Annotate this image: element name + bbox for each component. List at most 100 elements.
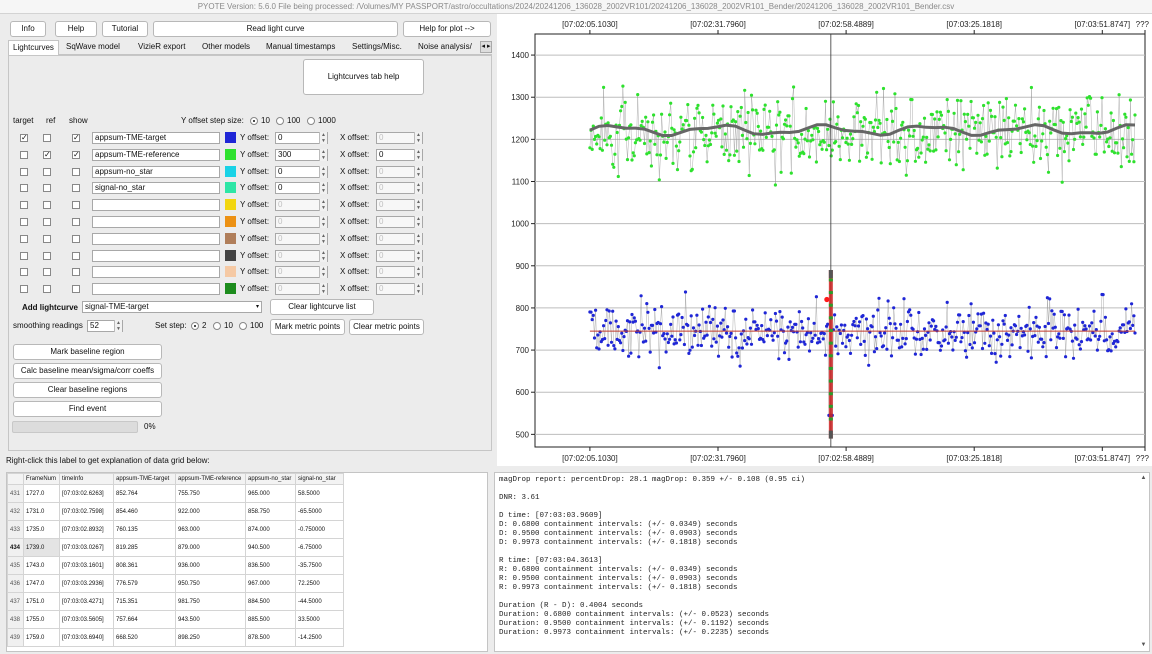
- table-cell[interactable]: 1747.0: [23, 574, 60, 593]
- row-number[interactable]: 432: [7, 502, 24, 521]
- curve-color-swatch[interactable]: [225, 232, 236, 244]
- table-cell[interactable]: 874.000: [245, 520, 296, 539]
- scroll-down-icon[interactable]: ▼: [1140, 642, 1147, 649]
- tab-settings[interactable]: Settings/Misc.: [348, 40, 406, 54]
- table-row[interactable]: 432 1731.0 [07:03:02.7598] 854.460 922.000 85…: [7, 502, 344, 521]
- table-cell[interactable]: [07:03:03.0267]: [59, 538, 114, 557]
- read-light-curve-button[interactable]: Read light curve: [153, 21, 398, 37]
- curve-name-field[interactable]: [92, 266, 220, 279]
- curve-name-field[interactable]: appsum-TME-target: [92, 132, 220, 144]
- set-step-100-radio[interactable]: [239, 322, 247, 330]
- curve-name-field[interactable]: [92, 199, 220, 212]
- table-cell[interactable]: 879.000: [175, 538, 246, 557]
- show-checkbox[interactable]: [72, 201, 80, 210]
- table-cell[interactable]: 878.500: [245, 628, 296, 647]
- table-cell[interactable]: -44.5000: [295, 592, 344, 611]
- add-lightcurve-select[interactable]: signal-TME-target ▾: [82, 301, 262, 313]
- curve-name-field[interactable]: signal-no_star: [92, 182, 220, 195]
- ref-checkbox[interactable]: [43, 268, 51, 277]
- target-checkbox[interactable]: [20, 184, 28, 193]
- target-checkbox[interactable]: [20, 251, 28, 260]
- table-cell[interactable]: 755.750: [175, 484, 246, 503]
- y-offset-spin-icon[interactable]: ▲ ▼: [319, 165, 327, 178]
- row-number[interactable]: 433: [7, 520, 24, 539]
- x-offset-spin-icon[interactable]: ▲ ▼: [414, 266, 422, 279]
- lightcurves-tab-help-button[interactable]: Lightcurves tab help: [303, 59, 424, 95]
- smoothing-spin-icon[interactable]: ▲ ▼: [114, 320, 122, 332]
- grid-header-framenum[interactable]: FrameNum: [23, 473, 60, 485]
- curve-name-field[interactable]: [92, 283, 220, 296]
- target-checkbox[interactable]: [20, 234, 28, 243]
- curve-color-swatch[interactable]: [225, 266, 236, 278]
- table-row[interactable]: 434 1739.0 [07:03:03.0267] 819.285 879.000 94…: [7, 538, 344, 557]
- curve-color-swatch[interactable]: [225, 283, 236, 295]
- y-offset-spin-icon[interactable]: ▲ ▼: [319, 232, 327, 245]
- table-cell[interactable]: 668.520: [113, 628, 176, 647]
- curve-name-field[interactable]: [92, 232, 220, 245]
- row-number[interactable]: 438: [7, 610, 24, 629]
- ref-checkbox[interactable]: [43, 167, 51, 176]
- table-cell[interactable]: 1735.0: [23, 520, 60, 539]
- table-cell[interactable]: 967.000: [245, 574, 296, 593]
- show-checkbox[interactable]: [72, 184, 80, 193]
- x-offset-spin-icon[interactable]: ▲ ▼: [414, 165, 422, 178]
- table-cell[interactable]: -35.7500: [295, 556, 344, 575]
- row-number[interactable]: 436: [7, 574, 24, 593]
- data-grid-label[interactable]: Right-click this label to get explanatio…: [6, 456, 210, 466]
- y-offset-spin-icon[interactable]: ▲ ▼: [319, 283, 327, 296]
- curve-name-field[interactable]: appsum-TME-reference: [92, 148, 220, 161]
- table-cell[interactable]: 1755.0: [23, 610, 60, 629]
- y-offset-spin-icon[interactable]: ▲ ▼: [319, 249, 327, 262]
- table-cell[interactable]: 1759.0: [23, 628, 60, 647]
- tutorial-button[interactable]: Tutorial: [102, 21, 148, 37]
- scroll-up-icon[interactable]: ▲: [1140, 475, 1147, 482]
- ref-checkbox[interactable]: [43, 134, 51, 142]
- set-step-10-radio[interactable]: [213, 322, 221, 330]
- table-row[interactable]: 433 1735.0 [07:03:02.8932] 760.135 963.000 87…: [7, 520, 344, 539]
- table-cell[interactable]: [07:03:03.6940]: [59, 628, 114, 647]
- table-cell[interactable]: 1743.0: [23, 556, 60, 575]
- target-checkbox[interactable]: [20, 150, 28, 159]
- table-cell[interactable]: 965.000: [245, 484, 296, 503]
- table-cell[interactable]: 808.361: [113, 556, 176, 575]
- ref-checkbox[interactable]: [43, 234, 51, 243]
- ref-checkbox[interactable]: [43, 201, 51, 210]
- table-cell[interactable]: 940.500: [245, 538, 296, 557]
- y-offset-spin-icon[interactable]: ▲ ▼: [319, 132, 327, 144]
- curve-color-swatch[interactable]: [225, 249, 236, 261]
- tab-noise-analysis[interactable]: Noise analysis/: [414, 40, 476, 54]
- table-cell[interactable]: -65.5000: [295, 502, 344, 521]
- table-cell[interactable]: [07:03:03.5605]: [59, 610, 114, 629]
- show-checkbox[interactable]: [72, 268, 80, 277]
- table-cell[interactable]: 922.000: [175, 502, 246, 521]
- table-row[interactable]: 431 1727.0 [07:03:02.6263] 852.764 755.750 96…: [7, 484, 344, 503]
- tab-sqwave-model[interactable]: SqWave model: [62, 40, 124, 54]
- y-offset-spin-icon[interactable]: ▲ ▼: [319, 216, 327, 228]
- ref-checkbox[interactable]: ✓: [43, 150, 51, 159]
- table-cell[interactable]: 33.5000: [295, 610, 344, 629]
- lightcurve-plot[interactable]: 1400 1300 1200 1100 1000 900 800 700 600 500 [07:0…: [497, 14, 1152, 466]
- table-cell[interactable]: [07:03:02.8932]: [59, 520, 114, 539]
- row-number[interactable]: 437: [7, 592, 24, 611]
- table-cell[interactable]: [07:03:03.2936]: [59, 574, 114, 593]
- table-cell[interactable]: 854.460: [113, 502, 176, 521]
- table-cell[interactable]: 852.764: [113, 484, 176, 503]
- x-offset-spin-icon[interactable]: ▲ ▼: [414, 199, 422, 212]
- info-button[interactable]: Info: [10, 21, 46, 37]
- grid-header-no-star[interactable]: appsum-no_star: [245, 473, 296, 485]
- table-cell[interactable]: 963.000: [175, 520, 246, 539]
- table-row[interactable]: 438 1755.0 [07:03:03.5605] 757.664 943.500 88…: [7, 610, 344, 629]
- help-button[interactable]: Help: [55, 21, 97, 37]
- table-cell[interactable]: 884.500: [245, 592, 296, 611]
- x-offset-spin-icon[interactable]: ▲ ▼: [414, 283, 422, 296]
- x-offset-spin-icon[interactable]: ▲ ▼: [414, 182, 422, 195]
- y-offset-spin-icon[interactable]: ▲ ▼: [319, 266, 327, 279]
- curve-color-swatch[interactable]: [225, 199, 236, 211]
- y-offset-spin-icon[interactable]: ▲ ▼: [319, 199, 327, 212]
- curve-color-swatch[interactable]: [225, 132, 236, 143]
- show-checkbox[interactable]: [72, 167, 80, 176]
- tab-other-models[interactable]: Other models: [198, 40, 254, 54]
- table-cell[interactable]: 757.664: [113, 610, 176, 629]
- curve-name-field[interactable]: [92, 249, 220, 262]
- ref-checkbox[interactable]: [43, 285, 51, 294]
